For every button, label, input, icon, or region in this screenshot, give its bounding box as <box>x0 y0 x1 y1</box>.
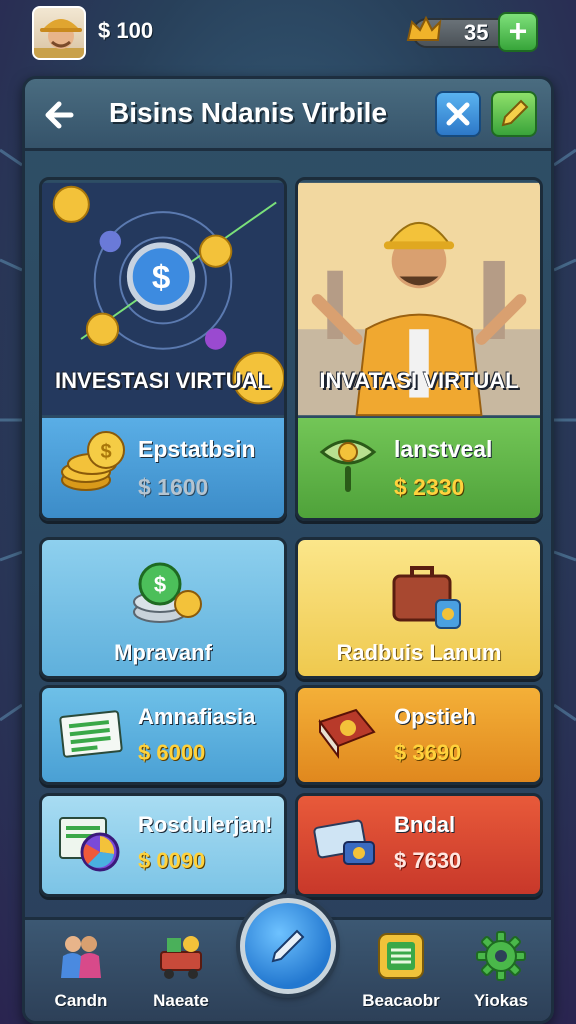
card-footer: $ Epstatbsin $ 1600 <box>42 418 284 518</box>
investment-card-1[interactable]: $ INVESTASI VIRTUAL $ Epstatbsin $ 1600 <box>39 177 287 521</box>
coin-stack-icon: $ <box>61 431 125 491</box>
coin-stack-icon: $ <box>133 562 202 623</box>
page-title: Bisins Ndanis Virbile <box>109 97 388 128</box>
tile-label: Rosdulerjan! <box>138 812 273 837</box>
magnifier-icon <box>319 439 377 492</box>
svg-text:$: $ <box>154 572 166 597</box>
investment-card-2[interactable]: INVATASI VIRTUAL lanstveal $ 2330 <box>295 177 543 521</box>
edit-button[interactable] <box>491 91 537 137</box>
tile-amnafiasia[interactable]: Amnafiasia $ 6000 <box>39 685 287 785</box>
card-label: Epstatbsin <box>138 436 256 462</box>
nav-item-naeate[interactable]: Naeate <box>131 930 231 1016</box>
spreadsheet-icon <box>59 710 123 758</box>
people-icon <box>61 936 101 978</box>
card-wallet-icon <box>313 819 375 865</box>
add-currency-button[interactable]: + <box>498 12 538 52</box>
gem-count: 35 <box>464 20 489 45</box>
panel-header: Bisins Ndanis Virbile <box>25 79 551 151</box>
tile-price: $ 7630 <box>394 848 462 873</box>
gold-crown-icon <box>406 15 442 41</box>
nav-label: Yiokas <box>473 991 529 1010</box>
briefcase-icon <box>392 566 461 629</box>
nav-label: Beacaobr <box>362 991 440 1010</box>
top-bar: $ 100 35 + <box>22 0 554 64</box>
tile-bndal[interactable]: Bndal $ 7630 <box>295 793 543 897</box>
cart-icon <box>160 936 202 979</box>
tile-label: Amnafiasia <box>138 704 256 729</box>
card-art-title: INVESTASI VIRTUAL <box>55 368 271 393</box>
svg-text:$: $ <box>152 259 170 296</box>
card-price: $ 1600 <box>138 474 209 500</box>
close-icon <box>446 102 470 126</box>
card-art-title: INVATASI VIRTUAL <box>319 368 519 393</box>
gear-icon <box>476 931 526 981</box>
nav-item-candn[interactable]: Candn <box>31 930 131 1016</box>
book-icon <box>318 708 376 759</box>
nav-item-beacaobr[interactable]: Beacaobr <box>351 930 451 1016</box>
document-pie-icon <box>59 817 120 872</box>
pencil-icon <box>271 929 305 963</box>
pencil-icon <box>501 99 529 127</box>
tile-mpravanf[interactable]: $ Mpravanf <box>39 537 287 679</box>
tile-price: $ 0090 <box>138 848 206 873</box>
nav-label: Naeate <box>153 991 209 1010</box>
tile-label: Radbuis Lanum <box>336 640 502 665</box>
nav-label: Candn <box>54 991 108 1010</box>
tile-label: Opstieh <box>394 704 476 729</box>
card-footer: lanstveal $ 2330 <box>298 418 540 518</box>
tile-opstieh[interactable]: Opstieh $ 3690 <box>295 685 543 785</box>
card-label: lanstveal <box>394 436 493 462</box>
tile-price: $ 6000 <box>138 740 206 765</box>
nav-item-yiokas[interactable]: Yiokas <box>451 930 551 1016</box>
tile-price: $ 3690 <box>394 740 462 765</box>
business-panel: Bisins Ndanis Virbile $ INVESTASI VIRTUA… <box>22 76 554 1024</box>
tile-label: Bndal <box>394 812 456 837</box>
center-action-button[interactable] <box>240 898 336 994</box>
money-balance: $ 100 <box>98 18 154 43</box>
tile-radbuis-lanum[interactable]: Radbuis Lanum <box>295 537 543 679</box>
player-avatar[interactable] <box>32 6 86 60</box>
tile-rosdulerjan[interactable]: Rosdulerjan! $ 0090 <box>39 793 287 897</box>
close-button[interactable] <box>435 91 481 137</box>
card-price: $ 2330 <box>394 474 465 500</box>
svg-text:$: $ <box>100 441 111 463</box>
back-arrow-icon[interactable] <box>37 91 85 139</box>
ledger-icon <box>378 933 424 979</box>
tile-label: Mpravanf <box>114 640 212 665</box>
